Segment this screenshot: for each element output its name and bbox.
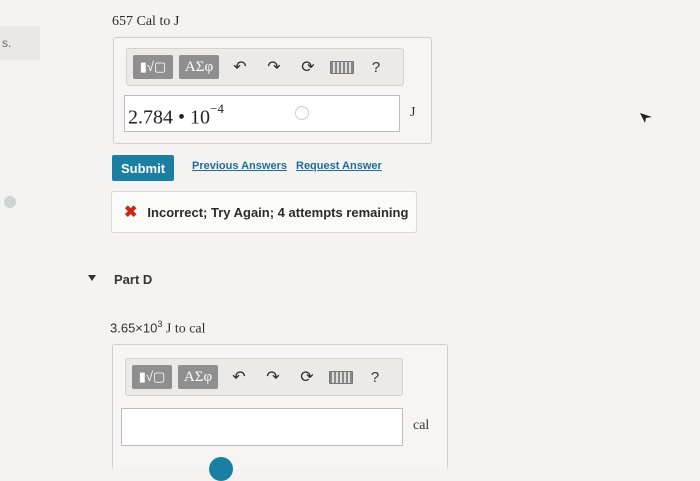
keyboard-icon[interactable] [329,55,355,79]
help-icon[interactable]: ? [362,365,388,389]
redo-icon[interactable]: ↷ [260,365,286,389]
part-c-toolbar: ▮√▢ ΑΣφ ↶ ↷ ⟳ ? [126,48,404,86]
keyboard-icon[interactable] [328,365,354,389]
templates-label: ▮√▢ [138,369,166,384]
greek-symbols-button[interactable]: ΑΣφ [179,55,219,79]
greek-label: ΑΣφ [183,368,213,385]
answer-mantissa: 2.784 • 10 [128,106,211,129]
undo-icon[interactable]: ↶ [227,55,253,79]
feedback-box: ✖ Incorrect; Try Again; 4 attempts remai… [111,191,417,233]
part-d-answer-field[interactable] [121,408,403,446]
undo-icon[interactable]: ↶ [226,365,252,389]
answer-value: 2.784 • 10−4 [128,101,224,130]
submit-button[interactable]: Submit [112,155,174,181]
question-prefix: 3.65×10 [110,320,158,336]
nav-dot [4,196,16,208]
part-d-answer-panel: ▮√▢ ΑΣφ ↶ ↷ ⟳ ? cal [112,344,448,481]
templates-label: ▮√▢ [139,59,167,74]
question-suffix: J to cal [162,321,206,337]
help-icon[interactable]: ? [363,55,389,79]
part-c-answer-panel: ▮√▢ ΑΣφ ↶ ↷ ⟳ ? 2.784 • 10−4 J [113,37,432,144]
incorrect-x-icon: ✖ [124,204,138,221]
part-d-title[interactable]: Part D [114,272,152,287]
part-c-answer-field[interactable]: 2.784 • 10−4 [124,95,400,132]
sidebar-tab[interactable]: s. [0,26,40,60]
part-d-unit: cal [413,418,430,433]
mouse-pointer-icon [640,113,652,123]
feedback-text: Incorrect; Try Again; 4 attempts remaini… [147,204,409,220]
hint-icon[interactable] [209,457,233,481]
part-d-toolbar: ▮√▢ ΑΣφ ↶ ↷ ⟳ ? [125,358,403,396]
templates-button[interactable]: ▮√▢ [133,55,173,79]
greek-label: ΑΣφ [184,58,214,75]
submit-label: Submit [120,160,166,176]
part-c-question: 657 Cal to J [112,14,180,29]
part-d-question: 3.65×103 J to cal [110,319,206,337]
templates-button[interactable]: ▮√▢ [132,365,172,389]
cursor-circle-icon [295,106,309,120]
part-c-unit: J [410,105,416,120]
reset-icon[interactable]: ⟳ [294,365,320,389]
sidebar-tab-label: s. [2,36,12,50]
reset-icon[interactable]: ⟳ [295,55,321,79]
collapse-chevron-icon[interactable] [88,275,96,281]
help-label: ? [371,58,381,76]
redo-icon[interactable]: ↷ [261,55,287,79]
help-label: ? [370,368,380,386]
previous-answers-link[interactable]: Previous Answers [192,160,287,172]
request-answer-link[interactable]: Request Answer [296,160,382,172]
answer-exponent: −4 [210,101,224,116]
greek-symbols-button[interactable]: ΑΣφ [178,365,218,389]
